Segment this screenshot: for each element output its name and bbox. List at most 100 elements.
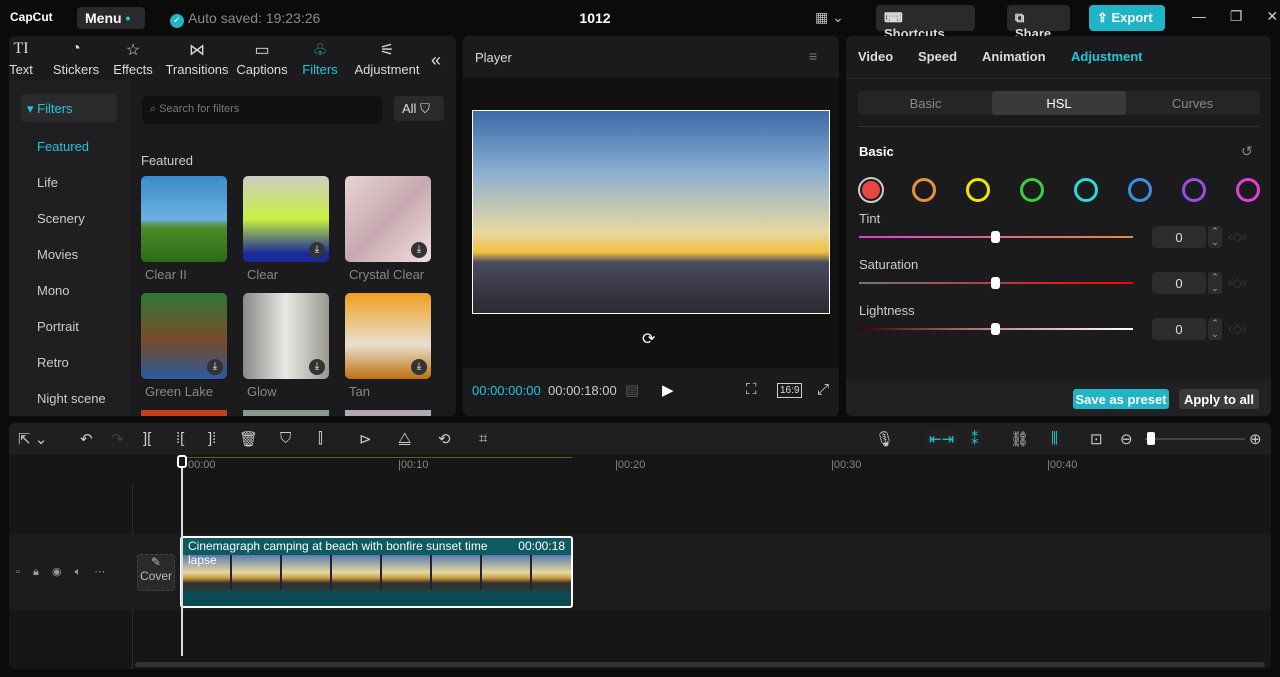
download-icon[interactable]: ⤓	[207, 359, 223, 375]
hsl-color-blue[interactable]	[1128, 178, 1152, 202]
lightness-stepper[interactable]: ⌃ ⌄	[1208, 318, 1222, 340]
preview-axis-icon[interactable]: ⫼	[1048, 430, 1061, 447]
aspect-ratio-button[interactable]: 16:9	[777, 383, 803, 398]
hsl-color-purple[interactable]	[1182, 178, 1206, 202]
menu-button[interactable]: Menu • ⌄	[77, 7, 145, 42]
download-icon[interactable]: ⤓	[309, 242, 325, 258]
split-right-icon[interactable]: ]⁞	[208, 430, 216, 447]
undo-icon[interactable]: ↶	[80, 430, 93, 448]
hsl-color-red[interactable]	[858, 177, 884, 203]
filter-card-partial[interactable]	[345, 410, 431, 416]
hsl-color-green[interactable]	[1020, 178, 1044, 202]
hsl-color-cyan[interactable]	[1074, 178, 1098, 202]
tab-adjustment[interactable]: ⚟ Adjustment	[352, 40, 422, 77]
lock-icon[interactable]: 🔒︎	[33, 566, 39, 578]
sidebar-item-retro[interactable]: Retro	[37, 355, 69, 370]
download-icon[interactable]: ⤓	[309, 359, 325, 375]
share-button[interactable]: ⧉ Share	[1007, 5, 1070, 41]
tab-stickers[interactable]: ◔ Stickers	[52, 40, 100, 77]
crop-icon[interactable]: ⌗	[479, 430, 487, 447]
filter-card-crystal-clear[interactable]: ⤓	[345, 176, 431, 262]
hsl-color-orange[interactable]	[912, 178, 936, 202]
sidebar-item-mono[interactable]: Mono	[37, 283, 70, 298]
delete-icon[interactable]: 🗑︎	[239, 430, 258, 448]
mirror-icon[interactable]: ⧋	[398, 430, 411, 447]
hsl-color-yellow[interactable]	[966, 178, 990, 202]
tab-transitions[interactable]: ⋈ Transitions	[165, 40, 229, 77]
reset-icon[interactable]: ↺	[1241, 143, 1253, 160]
zoom-in-icon[interactable]: ⊕	[1249, 430, 1262, 448]
lightness-slider-handle[interactable]	[991, 323, 1000, 335]
select-tool-icon[interactable]: ⇱ ⌄	[18, 430, 47, 448]
sidebar-item-scenery[interactable]: Scenery	[37, 211, 85, 226]
keyframe-icon[interactable]: ‹◇›	[1228, 275, 1247, 291]
layout-icon[interactable]: ▦ ⌄	[815, 9, 844, 26]
redo-icon[interactable]: ↷	[111, 430, 124, 448]
zoom-slider-handle[interactable]	[1147, 432, 1155, 445]
sidebar-item-night-scene[interactable]: Night scene	[37, 391, 106, 406]
video-clip[interactable]: Cinemagraph camping at beach with bonfir…	[180, 536, 573, 608]
more-icon[interactable]: ⋯	[94, 566, 105, 578]
marker-icon[interactable]: ⛉	[280, 430, 291, 447]
export-button[interactable]: ⇪ Export	[1089, 5, 1165, 31]
saturation-stepper[interactable]: ⌃ ⌄	[1208, 272, 1222, 294]
main-track-magnet-icon[interactable]: ⇤⇥	[926, 430, 958, 448]
lightness-value-input[interactable]: 0	[1152, 318, 1206, 340]
filter-card-green-lake[interactable]: ⤓	[141, 293, 227, 379]
filter-card-partial[interactable]	[141, 410, 227, 416]
collapse-icon[interactable]: «	[431, 50, 441, 71]
tint-stepper[interactable]: ⌃ ⌄	[1208, 226, 1222, 248]
zoom-out-icon[interactable]: ⊖	[1120, 430, 1133, 448]
sidebar-item-featured[interactable]: Featured	[37, 139, 89, 154]
subtab-curves[interactable]: Curves	[1127, 91, 1258, 115]
zoom-fit-icon[interactable]: ⊡	[1090, 430, 1103, 448]
filter-search-input[interactable]: ⌕ Search for filters	[142, 96, 382, 124]
freeze-icon[interactable]: ⫿	[318, 430, 323, 447]
rotate-clip-icon[interactable]: ⟲	[438, 430, 451, 448]
hsl-color-magenta[interactable]	[1236, 178, 1260, 202]
zoom-slider[interactable]	[1145, 438, 1245, 440]
filter-card-clear-ii[interactable]	[141, 176, 227, 262]
sidebar-item-movies[interactable]: Movies	[37, 247, 78, 262]
auto-snap-icon[interactable]: ⁑	[968, 430, 982, 448]
reverse-icon[interactable]: ⊳	[359, 430, 372, 448]
tint-value-input[interactable]: 0	[1152, 226, 1206, 248]
timeline-scrollbar[interactable]	[135, 662, 1265, 667]
download-icon[interactable]: ⤓	[411, 359, 427, 375]
shortcuts-button[interactable]: ⌨ Shortcuts	[876, 5, 975, 41]
player-menu-icon[interactable]: ≡	[809, 48, 817, 64]
expand-icon[interactable]: ⤢	[817, 381, 829, 398]
keyframe-icon[interactable]: ‹◇›	[1228, 321, 1247, 337]
save-as-preset-button[interactable]: Save as preset	[1073, 389, 1169, 409]
tab-text[interactable]: TI Text	[6, 40, 36, 77]
tab-animation[interactable]: Animation	[982, 49, 1046, 64]
tab-adjustment-inspector[interactable]: Adjustment	[1071, 49, 1143, 64]
track-preview-icon[interactable]: ▫	[16, 566, 20, 578]
split-left-icon[interactable]: ⁞[	[176, 430, 184, 447]
tab-effects[interactable]: ☆ Effects	[112, 40, 154, 77]
playhead[interactable]	[181, 456, 183, 656]
keyframe-icon[interactable]: ‹◇›	[1228, 229, 1247, 245]
rotate-icon[interactable]: ⟳	[642, 329, 655, 349]
filter-card-glow[interactable]: ⤓	[243, 293, 329, 379]
cover-button[interactable]: ✎ Cover	[137, 554, 175, 591]
microphone-icon[interactable]: 🎙︎	[875, 430, 894, 448]
link-icon[interactable]: ⛓︎	[1010, 430, 1029, 448]
sidebar-filters-header[interactable]: ▾ Filters	[21, 94, 117, 122]
audio-icon[interactable]: 🔈︎	[75, 566, 82, 578]
eye-icon[interactable]: ◉	[52, 566, 62, 578]
subtab-basic[interactable]: Basic	[860, 91, 991, 115]
split-icon[interactable]: ][	[143, 430, 151, 447]
sidebar-item-life[interactable]: Life	[37, 175, 58, 190]
window-controls[interactable]: — ❐ ✕	[1192, 8, 1278, 25]
track-controls[interactable]: ▫ 🔒︎ ◉ 🔈︎ ⋯	[16, 565, 105, 579]
sidebar-item-portrait[interactable]: Portrait	[37, 319, 79, 334]
filter-card-clear[interactable]: ⤓	[243, 176, 329, 262]
filter-card-partial[interactable]	[243, 410, 329, 416]
saturation-value-input[interactable]: 0	[1152, 272, 1206, 294]
tab-filters[interactable]: ♧ Filters	[301, 40, 339, 77]
tab-video[interactable]: Video	[858, 49, 893, 64]
filter-card-tan[interactable]: ⤓	[345, 293, 431, 379]
subtab-hsl[interactable]: HSL	[992, 91, 1126, 115]
fullscreen-crop-icon[interactable]: ⛶	[746, 381, 757, 398]
